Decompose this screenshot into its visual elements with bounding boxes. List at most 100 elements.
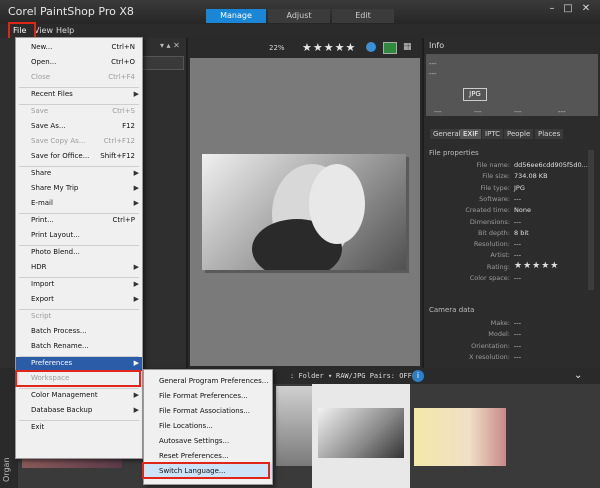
- file-menu-item-script: Script: [16, 310, 142, 324]
- property-label: X resolution:: [469, 352, 510, 361]
- property-value: dd56ee6cdd905f5d0...: [514, 161, 588, 169]
- menu-item-label: E-mail: [31, 199, 53, 207]
- property-value: 8 bit: [514, 228, 529, 237]
- info-icon[interactable]: i: [412, 370, 424, 382]
- info-tab-iptc[interactable]: IPTC: [482, 129, 504, 139]
- info-scrollbar[interactable]: [588, 150, 594, 290]
- submenu-arrow-icon: ▶: [133, 263, 139, 271]
- property-label: Created time:: [465, 206, 510, 215]
- tab-edit[interactable]: Edit: [332, 9, 394, 23]
- photo-figure-icon: [252, 164, 365, 279]
- file-menu-item-open[interactable]: Open... Ctrl+O: [16, 56, 142, 70]
- file-menu: New... Ctrl+N Open... Ctrl+O Close Ctrl+F4 Rec…: [15, 37, 143, 459]
- raw-jpg-pairs[interactable]: RAW/JPG Pairs: OFF: [336, 372, 412, 380]
- menu-item-label: Database Backup: [31, 406, 93, 414]
- preferences-item-general-program-preferences[interactable]: General Program Preferences...: [144, 374, 272, 389]
- property-value: ---: [514, 341, 522, 350]
- menu-view[interactable]: View: [34, 26, 53, 35]
- folder-label-text: Folder: [298, 372, 324, 380]
- search-box[interactable]: [142, 56, 184, 70]
- info-panel-title: Info: [429, 41, 445, 50]
- file-menu-item-share[interactable]: Share ▶: [16, 167, 142, 181]
- menu-item-label: New...: [31, 43, 53, 51]
- grid-view-icon[interactable]: ▦: [403, 42, 413, 52]
- preferences-item-file-format-preferences[interactable]: File Format Preferences...: [144, 389, 272, 404]
- submenu-arrow-icon: ▶: [133, 280, 139, 288]
- thumb-slot: ---: [474, 108, 482, 116]
- property-label: Artist:: [490, 251, 510, 260]
- property-label: Software:: [479, 194, 510, 203]
- minimize-button[interactable]: –: [546, 3, 558, 14]
- submenu-arrow-icon: ▶: [133, 90, 139, 98]
- close-window-button[interactable]: ✕: [580, 3, 592, 14]
- preview-photo: [202, 154, 406, 279]
- menu-item-label: Save: [31, 107, 49, 115]
- preferences-highlight-box: [15, 370, 141, 387]
- file-menu-item-print-layout[interactable]: Print Layout...: [16, 229, 142, 243]
- file-menu-item-import[interactable]: Import ▶: [16, 278, 142, 292]
- filmstrip-thumbnail[interactable]: [276, 386, 312, 466]
- file-menu-item-save-as[interactable]: Save As... F12: [16, 120, 142, 134]
- single-view-icon[interactable]: [383, 42, 397, 54]
- menu-item-label: Share My Trip: [31, 184, 79, 192]
- thumb-slot: ---: [434, 108, 442, 116]
- submenu-item-label: File Format Associations...: [159, 407, 251, 415]
- menu-item-label: Print Layout...: [31, 231, 80, 239]
- file-menu-item-recent-files[interactable]: Recent Files ▶: [16, 88, 142, 102]
- file-menu-item-save-copy-as: Save Copy As... Ctrl+F12: [16, 135, 142, 149]
- info-tab-general[interactable]: General: [430, 129, 464, 139]
- submenu-item-label: Reset Preferences...: [159, 452, 229, 460]
- info-tab-people[interactable]: People: [504, 129, 534, 139]
- menu-item-label: Share: [31, 169, 52, 177]
- property-label: File type:: [480, 183, 510, 192]
- preferences-item-autosave-settings[interactable]: Autosave Settings...: [144, 434, 272, 449]
- menu-item-shortcut: Ctrl+P: [112, 216, 135, 224]
- rating-stars[interactable]: ★★★★★: [302, 41, 356, 54]
- file-menu-item-photo-blend[interactable]: Photo Blend...: [16, 246, 142, 260]
- file-menu-item-database-backup[interactable]: Database Backup ▶: [16, 404, 142, 418]
- menu-item-label: Save for Office...: [31, 152, 90, 160]
- property-value: ---: [514, 217, 522, 226]
- tab-manage[interactable]: Manage: [206, 9, 266, 23]
- property-label: File name:: [476, 161, 510, 169]
- file-menu-item-save-for-office[interactable]: Save for Office... Shift+F12: [16, 150, 142, 164]
- menu-item-label: Recent Files: [31, 90, 73, 98]
- preferences-item-file-locations[interactable]: File Locations...: [144, 419, 272, 434]
- menu-item-label: Import: [31, 280, 55, 288]
- menu-item-label: Exit: [31, 423, 45, 431]
- filmstrip-thumbnail[interactable]: [414, 408, 506, 466]
- file-menu-item-batch-rename[interactable]: Batch Rename...: [16, 340, 142, 354]
- property-value: ---: [514, 251, 522, 260]
- menu-item-label: HDR: [31, 263, 47, 271]
- property-label: File size:: [482, 172, 510, 181]
- file-menu-item-color-management[interactable]: Color Management ▶: [16, 389, 142, 403]
- file-menu-item-hdr[interactable]: HDR ▶: [16, 261, 142, 275]
- property-label: Make:: [490, 319, 510, 327]
- tab-adjust[interactable]: Adjust: [268, 9, 330, 23]
- globe-icon[interactable]: [366, 42, 376, 52]
- file-menu-item-new[interactable]: New... Ctrl+N: [16, 41, 142, 55]
- property-value: 734.08 KB: [514, 172, 548, 181]
- file-menu-item-export[interactable]: Export ▶: [16, 293, 142, 307]
- menu-item-label: Save Copy As...: [31, 137, 86, 145]
- file-menu-item-batch-process[interactable]: Batch Process...: [16, 325, 142, 339]
- collapse-chevron-icon[interactable]: ⌄: [574, 370, 582, 381]
- property-value[interactable]: ★★★★★: [514, 261, 559, 271]
- panel-options-icon[interactable]: ▾ ▴ ✕: [160, 41, 180, 50]
- info-tab-places[interactable]: Places: [535, 129, 564, 139]
- maximize-button[interactable]: □: [562, 3, 574, 14]
- submenu-item-label: General Program Preferences...: [159, 377, 269, 385]
- file-menu-item-preferences[interactable]: Preferences ▶: [16, 357, 142, 371]
- selected-thumbnail[interactable]: [318, 408, 404, 458]
- file-menu-item-print[interactable]: Print... Ctrl+P: [16, 214, 142, 228]
- property-value: ---: [514, 274, 522, 282]
- property-label: Color space:: [469, 274, 510, 282]
- file-menu-item-save: Save Ctrl+S: [16, 105, 142, 119]
- info-tab-exif[interactable]: EXIF: [460, 129, 482, 139]
- file-menu-item-share-my-trip[interactable]: Share My Trip ▶: [16, 182, 142, 196]
- preferences-item-file-format-associations[interactable]: File Format Associations...: [144, 404, 272, 419]
- file-menu-item-e-mail[interactable]: E-mail ▶: [16, 197, 142, 211]
- menu-help[interactable]: Help: [56, 26, 74, 35]
- jpg-badge: JPG: [463, 88, 487, 101]
- file-menu-item-exit[interactable]: Exit: [16, 421, 142, 435]
